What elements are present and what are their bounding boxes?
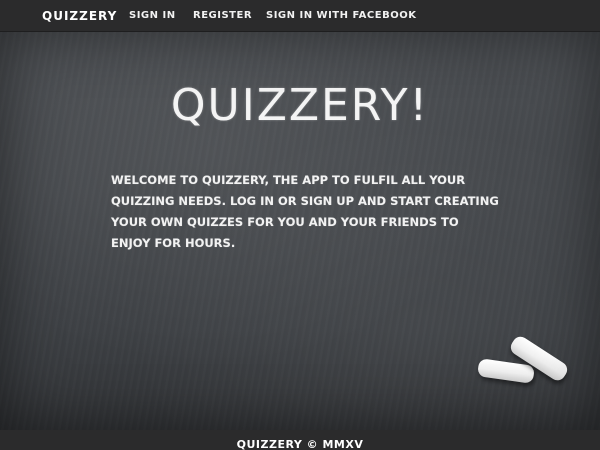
footer: QUIZZERY © MMXV <box>0 430 600 450</box>
sign-in-link[interactable]: SIGN IN <box>129 10 176 21</box>
hero-title: QUIZZERY! <box>170 80 430 131</box>
brand-link[interactable]: QUIZZERY <box>42 9 117 23</box>
register-link[interactable]: REGISTER <box>193 10 252 21</box>
sign-in-facebook-link[interactable]: SIGN IN WITH FACEBOOK <box>266 10 416 21</box>
footer-copyright: QUIZZERY © MMXV <box>236 438 364 450</box>
chalkboard-background: QUIZZERY! WELCOME TO QUIZZERY, THE APP T… <box>0 32 600 430</box>
top-navbar: QUIZZERY SIGN IN REGISTER SIGN IN WITH F… <box>0 0 600 32</box>
welcome-text: WELCOME TO QUIZZERY, THE APP TO FULFIL A… <box>111 173 499 250</box>
